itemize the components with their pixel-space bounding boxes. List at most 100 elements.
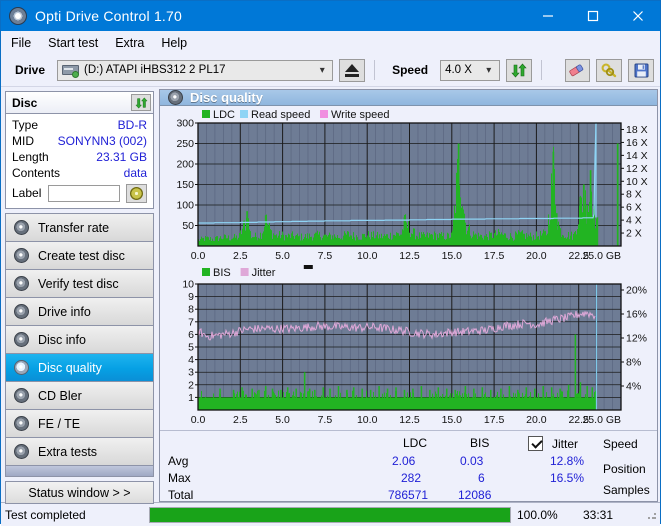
menu-item-help[interactable]: Help [161, 36, 187, 50]
svg-text:4 X: 4 X [626, 215, 642, 227]
sidebar-item-label: Drive info [38, 305, 91, 319]
drive-select-value: (D:) ATAPI iHBS312 2 PL17 [79, 64, 314, 76]
status-window-button[interactable]: Status window > > [5, 481, 154, 504]
resize-grip-icon[interactable] [647, 510, 657, 520]
svg-text:12 X: 12 X [626, 163, 648, 175]
close-icon[interactable] [615, 1, 660, 31]
svg-text:4: 4 [188, 354, 194, 366]
page-title: Disc quality [190, 90, 263, 105]
svg-text:8: 8 [188, 304, 194, 316]
disc-icon [14, 388, 29, 403]
svg-text:17.5: 17.5 [484, 414, 505, 426]
menu-item-extra[interactable]: Extra [115, 36, 144, 50]
sidebar-item-verify-test-disc[interactable]: Verify test disc [6, 270, 153, 298]
disc-icon [168, 90, 183, 105]
svg-text:25.0 GB: 25.0 GB [582, 250, 621, 262]
svg-text:10.0: 10.0 [357, 250, 378, 262]
eraser-button[interactable] [565, 59, 591, 82]
disc-icon [14, 416, 29, 431]
main-body: Disc Type BD-R MID SONY [1, 87, 660, 502]
charts-container: LDCRead speedWrite speed5010015020025030… [160, 106, 657, 430]
status-message: Test completed [1, 503, 149, 526]
sidebar-item-label: CD Bler [38, 389, 82, 403]
panel-header: Disc quality [160, 90, 657, 106]
stats-avg-bis: 0.03 [460, 454, 483, 468]
svg-text:20.0: 20.0 [526, 250, 547, 262]
stats-col-bis: BIS [470, 436, 489, 450]
jitter-checkbox[interactable] [528, 436, 543, 451]
jitter-label: Jitter [552, 437, 578, 451]
drive-label: Drive [7, 63, 51, 77]
jitter-max-value: 16.5% [550, 471, 584, 485]
svg-text:14 X: 14 X [626, 150, 648, 162]
disc-panel-header: Disc [6, 92, 153, 114]
svg-text:5: 5 [188, 342, 194, 354]
menu-item-start-test[interactable]: Start test [48, 36, 98, 50]
sidebar-item-cd-bler[interactable]: CD Bler [6, 382, 153, 410]
disc-icon [14, 444, 29, 459]
disc-icon [14, 220, 29, 235]
sidebar: Disc Type BD-R MID SONY [1, 87, 158, 502]
disc-row-length: Length 23.31 GB [12, 149, 147, 165]
minimize-icon[interactable] [525, 1, 570, 31]
svg-text:2: 2 [188, 379, 194, 391]
disc-label-button[interactable] [126, 184, 147, 203]
svg-text:7.5: 7.5 [318, 414, 333, 426]
sidebar-item-disc-quality[interactable]: Disc quality [6, 354, 153, 382]
eject-icon [344, 64, 360, 77]
tools-icon [601, 63, 618, 78]
eject-button[interactable] [339, 59, 365, 82]
disc-row-type-key: Type [12, 118, 38, 132]
stats-total-ldc: 786571 [388, 488, 428, 502]
svg-text:200: 200 [176, 159, 194, 171]
disc-row-mid: MID SONYNN3 (002) [12, 133, 147, 149]
sidebar-item-drive-info[interactable]: Drive info [6, 298, 153, 326]
sidebar-item-disc-info[interactable]: Disc info [6, 326, 153, 354]
disc-label-input[interactable] [48, 185, 120, 202]
svg-text:5.0: 5.0 [275, 250, 290, 262]
svg-text:12.5: 12.5 [399, 250, 420, 262]
stats-total-bis: 12086 [458, 488, 491, 502]
sidebar-item-create-test-disc[interactable]: Create test disc [6, 242, 153, 270]
disc-row-length-key: Length [12, 150, 49, 164]
svg-text:12%: 12% [626, 333, 647, 345]
stats-row-avg-label: Avg [168, 454, 188, 468]
toolbar: Drive (D:) ATAPI iHBS312 2 PL17 ▾ Speed … [1, 54, 660, 87]
tools-button[interactable] [596, 59, 622, 82]
disc-refresh-button[interactable] [131, 94, 151, 111]
svg-text:4%: 4% [626, 381, 641, 393]
save-button[interactable] [628, 59, 654, 82]
disc-label-key: Label [12, 186, 41, 200]
drive-select[interactable]: (D:) ATAPI iHBS312 2 PL17 ▾ [57, 60, 333, 81]
jitter-avg-value: 12.8% [550, 454, 584, 468]
speed-select[interactable]: 4.0 X ▾ [440, 60, 500, 81]
svg-text:3: 3 [188, 367, 194, 379]
disc-row-mid-key: MID [12, 134, 34, 148]
sidebar-item-label: Disc quality [38, 361, 102, 375]
svg-text:6: 6 [188, 329, 194, 341]
speed-result-label: Speed [603, 437, 638, 451]
disc-icon [14, 360, 29, 375]
svg-text:250: 250 [176, 138, 194, 150]
svg-text:2.5: 2.5 [233, 250, 248, 262]
svg-text:20.0: 20.0 [526, 414, 547, 426]
svg-text:6 X: 6 X [626, 202, 642, 214]
sidebar-item-transfer-rate[interactable]: Transfer rate [6, 214, 153, 242]
disc-row-contents: Contents data [12, 165, 147, 181]
maximize-icon[interactable] [570, 1, 615, 31]
svg-text:LDC: LDC [213, 109, 235, 121]
sidebar-item-fe-te[interactable]: FE / TE [6, 410, 153, 438]
menu-item-file[interactable]: File [11, 36, 31, 50]
app-window: Opti Drive Control 1.70 File Start test … [0, 0, 661, 524]
sidebar-item-label: Create test disc [38, 249, 125, 263]
refresh-icon [511, 63, 527, 78]
svg-text:12.5: 12.5 [399, 414, 420, 426]
stats-row-total-label: Total [168, 488, 193, 502]
svg-text:100: 100 [176, 200, 194, 212]
svg-text:0.0: 0.0 [191, 250, 206, 262]
sidebar-item-extra-tests[interactable]: Extra tests [6, 438, 153, 466]
svg-text:10.0: 10.0 [357, 414, 378, 426]
menu-bar: File Start test Extra Help [1, 31, 660, 54]
refresh-button[interactable] [506, 59, 532, 82]
window-title: Opti Drive Control 1.70 [35, 8, 182, 24]
